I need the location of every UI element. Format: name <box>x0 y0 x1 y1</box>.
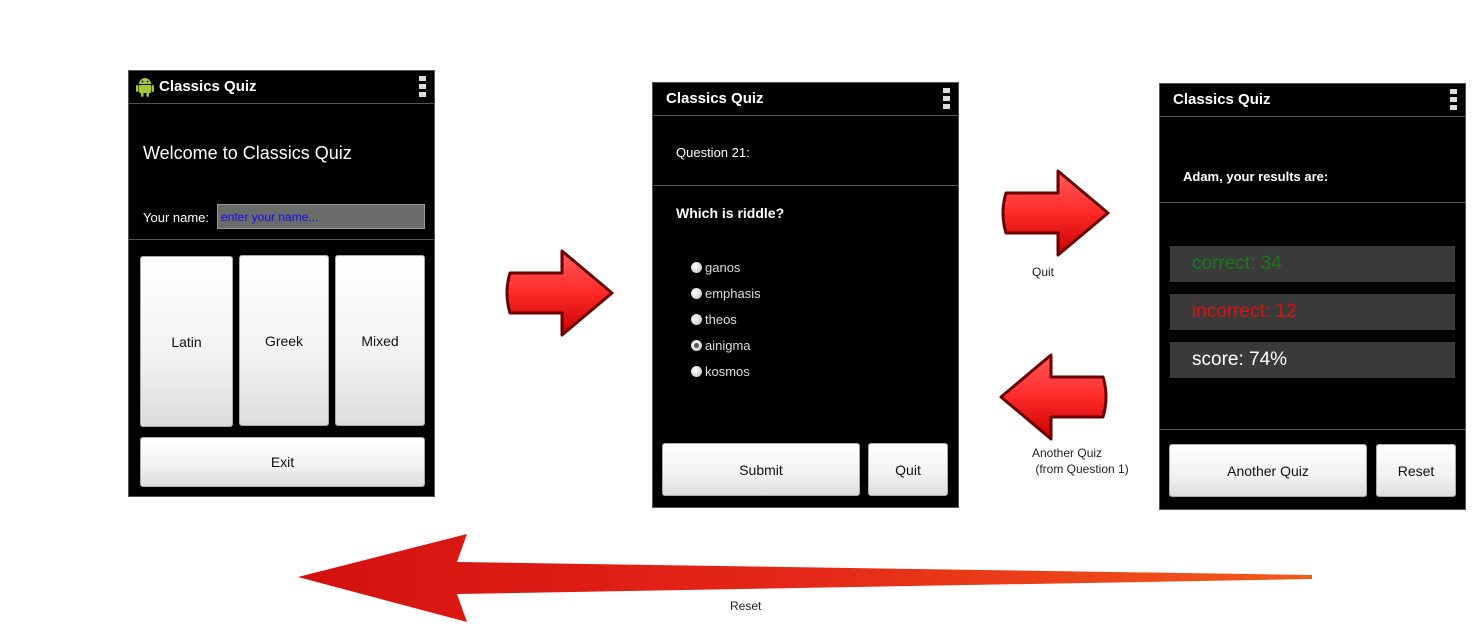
option-emphasis[interactable]: emphasis <box>691 286 761 301</box>
welcome-text: Welcome to Classics Quiz <box>143 143 352 163</box>
latin-button[interactable]: Latin <box>140 256 233 427</box>
app-title: Classics Quiz <box>666 90 764 107</box>
submit-button[interactable]: Submit <box>662 443 860 496</box>
welcome-screen: Classics Quiz Welcome to Classics Quiz Y… <box>128 70 435 497</box>
greek-button[interactable]: Greek <box>239 255 329 426</box>
app-title: Classics Quiz <box>159 78 257 95</box>
quit-caption: Quit <box>1032 265 1055 279</box>
overflow-menu-icon[interactable] <box>419 76 426 98</box>
divider <box>653 185 958 186</box>
radio-button-icon <box>691 262 702 273</box>
reset-caption: Reset <box>730 599 762 613</box>
radio-button-icon <box>691 314 702 325</box>
another-quiz-button[interactable]: Another Quiz <box>1169 444 1367 497</box>
reset-arrow-icon <box>298 534 1312 622</box>
overflow-menu-icon[interactable] <box>1450 89 1457 111</box>
overflow-menu-icon[interactable] <box>943 88 950 110</box>
divider <box>129 239 434 240</box>
radio-button-icon <box>691 366 702 377</box>
question-text: Which is riddle? <box>676 205 785 221</box>
option-label: emphasis <box>705 286 761 301</box>
left-arrow-icon <box>999 353 1108 441</box>
quit-button[interactable]: Quit <box>868 443 948 496</box>
correct-result: correct: 34 <box>1170 246 1455 282</box>
option-ganos[interactable]: ganos <box>691 260 740 275</box>
option-theos[interactable]: theos <box>691 312 737 327</box>
option-label: ganos <box>705 260 741 275</box>
title-bar: Classics Quiz <box>129 71 434 104</box>
option-label: kosmos <box>705 364 750 379</box>
name-label: Your name: <box>143 210 210 225</box>
option-kosmos[interactable]: kosmos <box>691 364 750 379</box>
reset-button[interactable]: Reset <box>1376 444 1456 497</box>
name-input-placeholder: enter your name... <box>221 210 319 224</box>
question-number: Question 21: <box>676 145 750 160</box>
title-bar: Classics Quiz <box>1160 84 1465 117</box>
another-quiz-caption: Another Quiz (from Question 1) <box>1032 446 1129 476</box>
app-title: Classics Quiz <box>1173 91 1271 108</box>
option-label: ainigma <box>705 338 751 353</box>
right-arrow-icon <box>505 249 614 337</box>
divider <box>1160 202 1465 203</box>
exit-button[interactable]: Exit <box>140 437 425 487</box>
title-bar: Classics Quiz <box>653 83 958 116</box>
name-input[interactable]: enter your name... <box>217 204 425 229</box>
radio-button-icon <box>691 288 702 299</box>
right-arrow-icon <box>1001 169 1110 257</box>
mixed-button[interactable]: Mixed <box>335 255 425 426</box>
score-result: score: 74% <box>1170 342 1455 378</box>
results-heading: Adam, your results are: <box>1183 169 1329 184</box>
android-icon <box>136 78 154 97</box>
divider <box>1160 429 1465 430</box>
option-ainigma[interactable]: ainigma <box>691 338 751 353</box>
results-screen: Classics Quiz Adam, your results are: co… <box>1159 83 1466 510</box>
incorrect-result: incorrect: 12 <box>1170 294 1455 330</box>
question-screen: Classics Quiz Question 21: Which is ridd… <box>652 82 959 508</box>
radio-button-selected-icon <box>691 340 702 351</box>
option-label: theos <box>705 312 737 327</box>
